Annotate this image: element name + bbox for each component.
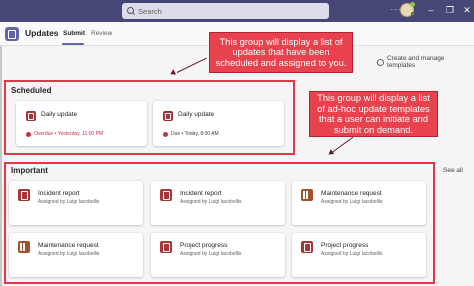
title-bar: Search ··· – ❐ ✕ [0, 0, 474, 22]
annotation-arrow [176, 57, 207, 74]
tab-review[interactable]: Review [91, 30, 112, 37]
annotation-arrow [331, 136, 354, 154]
presence-status-icon [411, 12, 415, 16]
search-box[interactable]: Search [122, 3, 329, 19]
notification-badge [410, 2, 415, 7]
app-rail-edge [0, 22, 2, 286]
search-icon [126, 6, 136, 16]
updates-app-icon [5, 27, 19, 41]
create-manage-label: Create and manage templates [386, 55, 445, 69]
minimize-icon[interactable]: – [425, 4, 437, 16]
create-manage-templates-button[interactable]: Create and manage templates [377, 55, 474, 69]
important-highlight-frame [4, 162, 435, 284]
scheduled-annotation-callout: This group will display a list of update… [209, 32, 353, 73]
close-icon[interactable]: ✕ [461, 4, 473, 16]
important-annotation-callout: This group will display a list of ad-hoc… [309, 91, 438, 137]
page-title: Updates [25, 28, 59, 38]
tab-submit[interactable]: Submit [63, 30, 85, 37]
see-all-link[interactable]: See all [443, 167, 463, 174]
arrow-head [168, 69, 177, 77]
tab-active-indicator [62, 43, 84, 45]
scheduled-highlight-frame [4, 80, 295, 155]
search-placeholder: Search [138, 6, 162, 16]
maximize-icon[interactable]: ❐ [444, 4, 456, 16]
gear-icon [377, 58, 384, 66]
